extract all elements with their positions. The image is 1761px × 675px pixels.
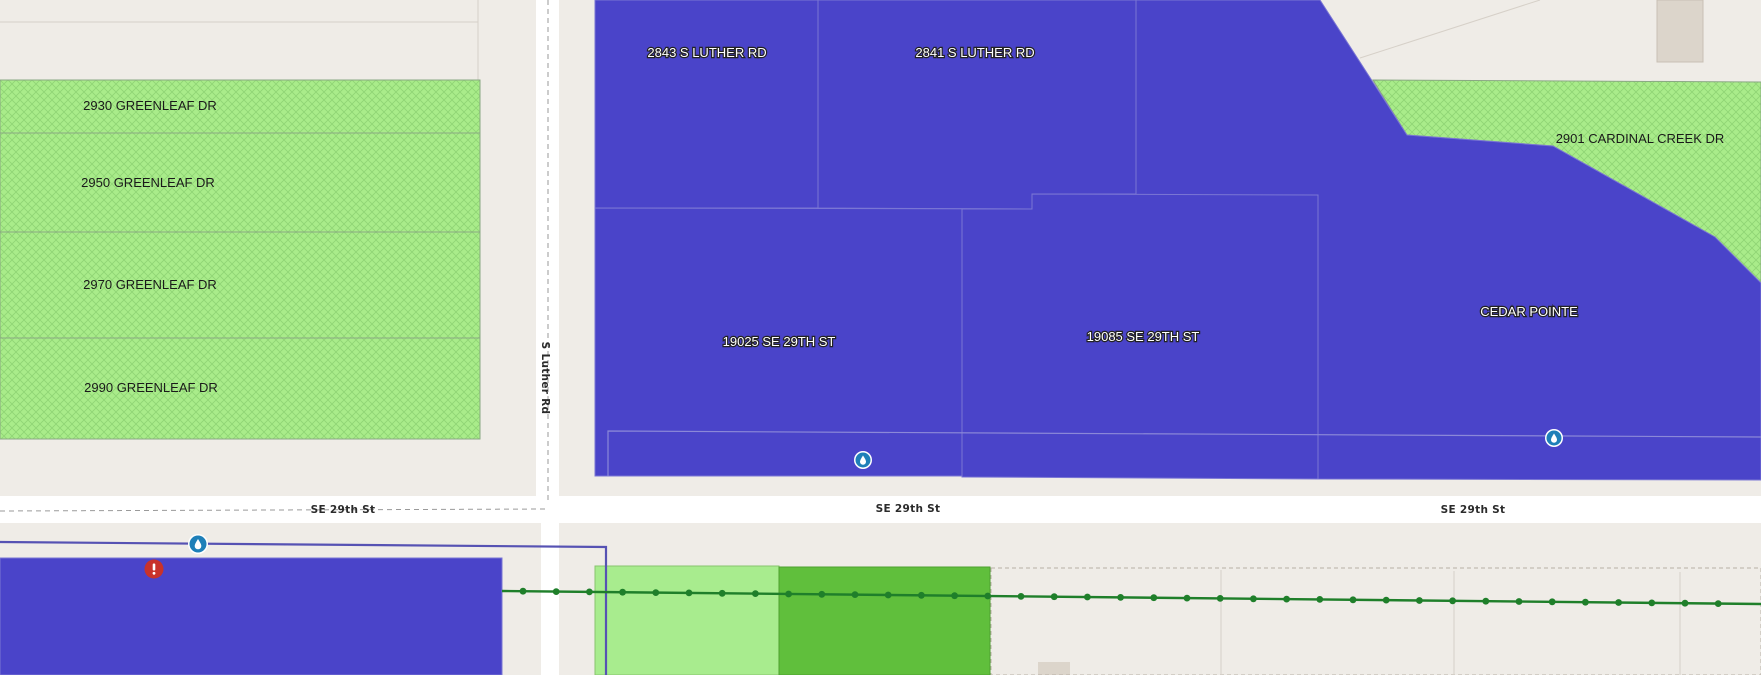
label-2930: 2930 GREENLEAF DR [83,98,217,113]
utility-node [586,588,593,596]
parcel-map[interactable]: 2843 S LUTHER RD 2841 S LUTHER RD 19025 … [0,0,1761,675]
parcel-2843-s-luther-rd[interactable] [594,0,819,209]
utility-node [1416,597,1423,604]
utility-node [1482,597,1490,605]
label-2841: 2841 S LUTHER RD [915,45,1034,60]
road-label-se-29th-mid: SE 29th St [876,503,941,515]
utility-node [1216,595,1224,602]
label-cedar-pointe: CEDAR POINTE [1480,304,1578,319]
road-label-s-luther-rd: S Luther Rd [539,342,551,415]
parcel-2990-greenleaf[interactable] [0,337,481,440]
utility-node [918,591,925,599]
utility-node [718,589,726,597]
utility-node [1183,594,1191,602]
label-2990: 2990 GREENLEAF DR [84,380,218,395]
water-marker[interactable] [854,451,872,469]
utility-node [951,592,958,600]
label-2843: 2843 S LUTHER RD [647,45,766,60]
parcel-2950-greenleaf[interactable] [0,132,481,233]
utility-node [1250,595,1257,603]
building-footprint [1656,0,1704,63]
parcel-2841-s-luther-rd[interactable] [817,0,1137,210]
utility-node [884,591,892,599]
road-label-se-29th-west: SE 29th St [311,504,376,516]
utility-node [785,590,792,598]
utility-node [1349,596,1357,604]
utility-node [752,590,759,597]
utility-node [1648,599,1656,607]
parcel-light-green[interactable] [594,565,780,675]
utility-node [1117,594,1124,601]
water-marker[interactable] [188,534,208,554]
parcel-dark-green[interactable] [778,566,991,675]
utility-node [984,592,992,600]
utility-node [1615,599,1622,606]
road-label-se-29th-east: SE 29th St [1441,504,1506,516]
label-2901: 2901 CARDINAL CREEK DR [1556,131,1725,146]
utility-node [1017,593,1025,600]
utility-node [1714,600,1722,607]
parcel-blue-lower-left[interactable] [0,557,503,675]
label-19025: 19025 SE 29TH ST [723,334,836,349]
building-footprint-small [1038,662,1070,675]
utility-node [1548,598,1556,606]
exclamation-alert-icon [152,563,156,575]
parcel-2970-greenleaf[interactable] [0,231,481,339]
utility-node [1515,598,1523,605]
label-2950: 2950 GREENLEAF DR [81,175,215,190]
utility-node [1582,598,1589,606]
parcel-2930-greenleaf[interactable] [0,79,481,134]
utility-node [519,587,527,595]
alert-marker[interactable] [144,559,164,579]
water-marker[interactable] [1545,429,1563,447]
utility-node [1382,596,1390,604]
label-19085: 19085 SE 29TH ST [1087,329,1200,344]
utility-node [552,588,560,595]
utility-node [1150,594,1158,602]
utility-node [818,590,826,598]
label-2970: 2970 GREENLEAF DR [83,277,217,292]
utility-node [652,589,660,596]
utility-node [1449,597,1456,605]
utility-node [1050,593,1058,601]
utility-node [851,591,859,598]
utility-node [619,588,626,596]
utility-node [1681,599,1689,607]
utility-node [1283,595,1290,603]
utility-node [1084,593,1091,601]
utility-node [1316,596,1324,603]
greenleaf-parcels [0,79,481,440]
utility-node [685,589,693,597]
